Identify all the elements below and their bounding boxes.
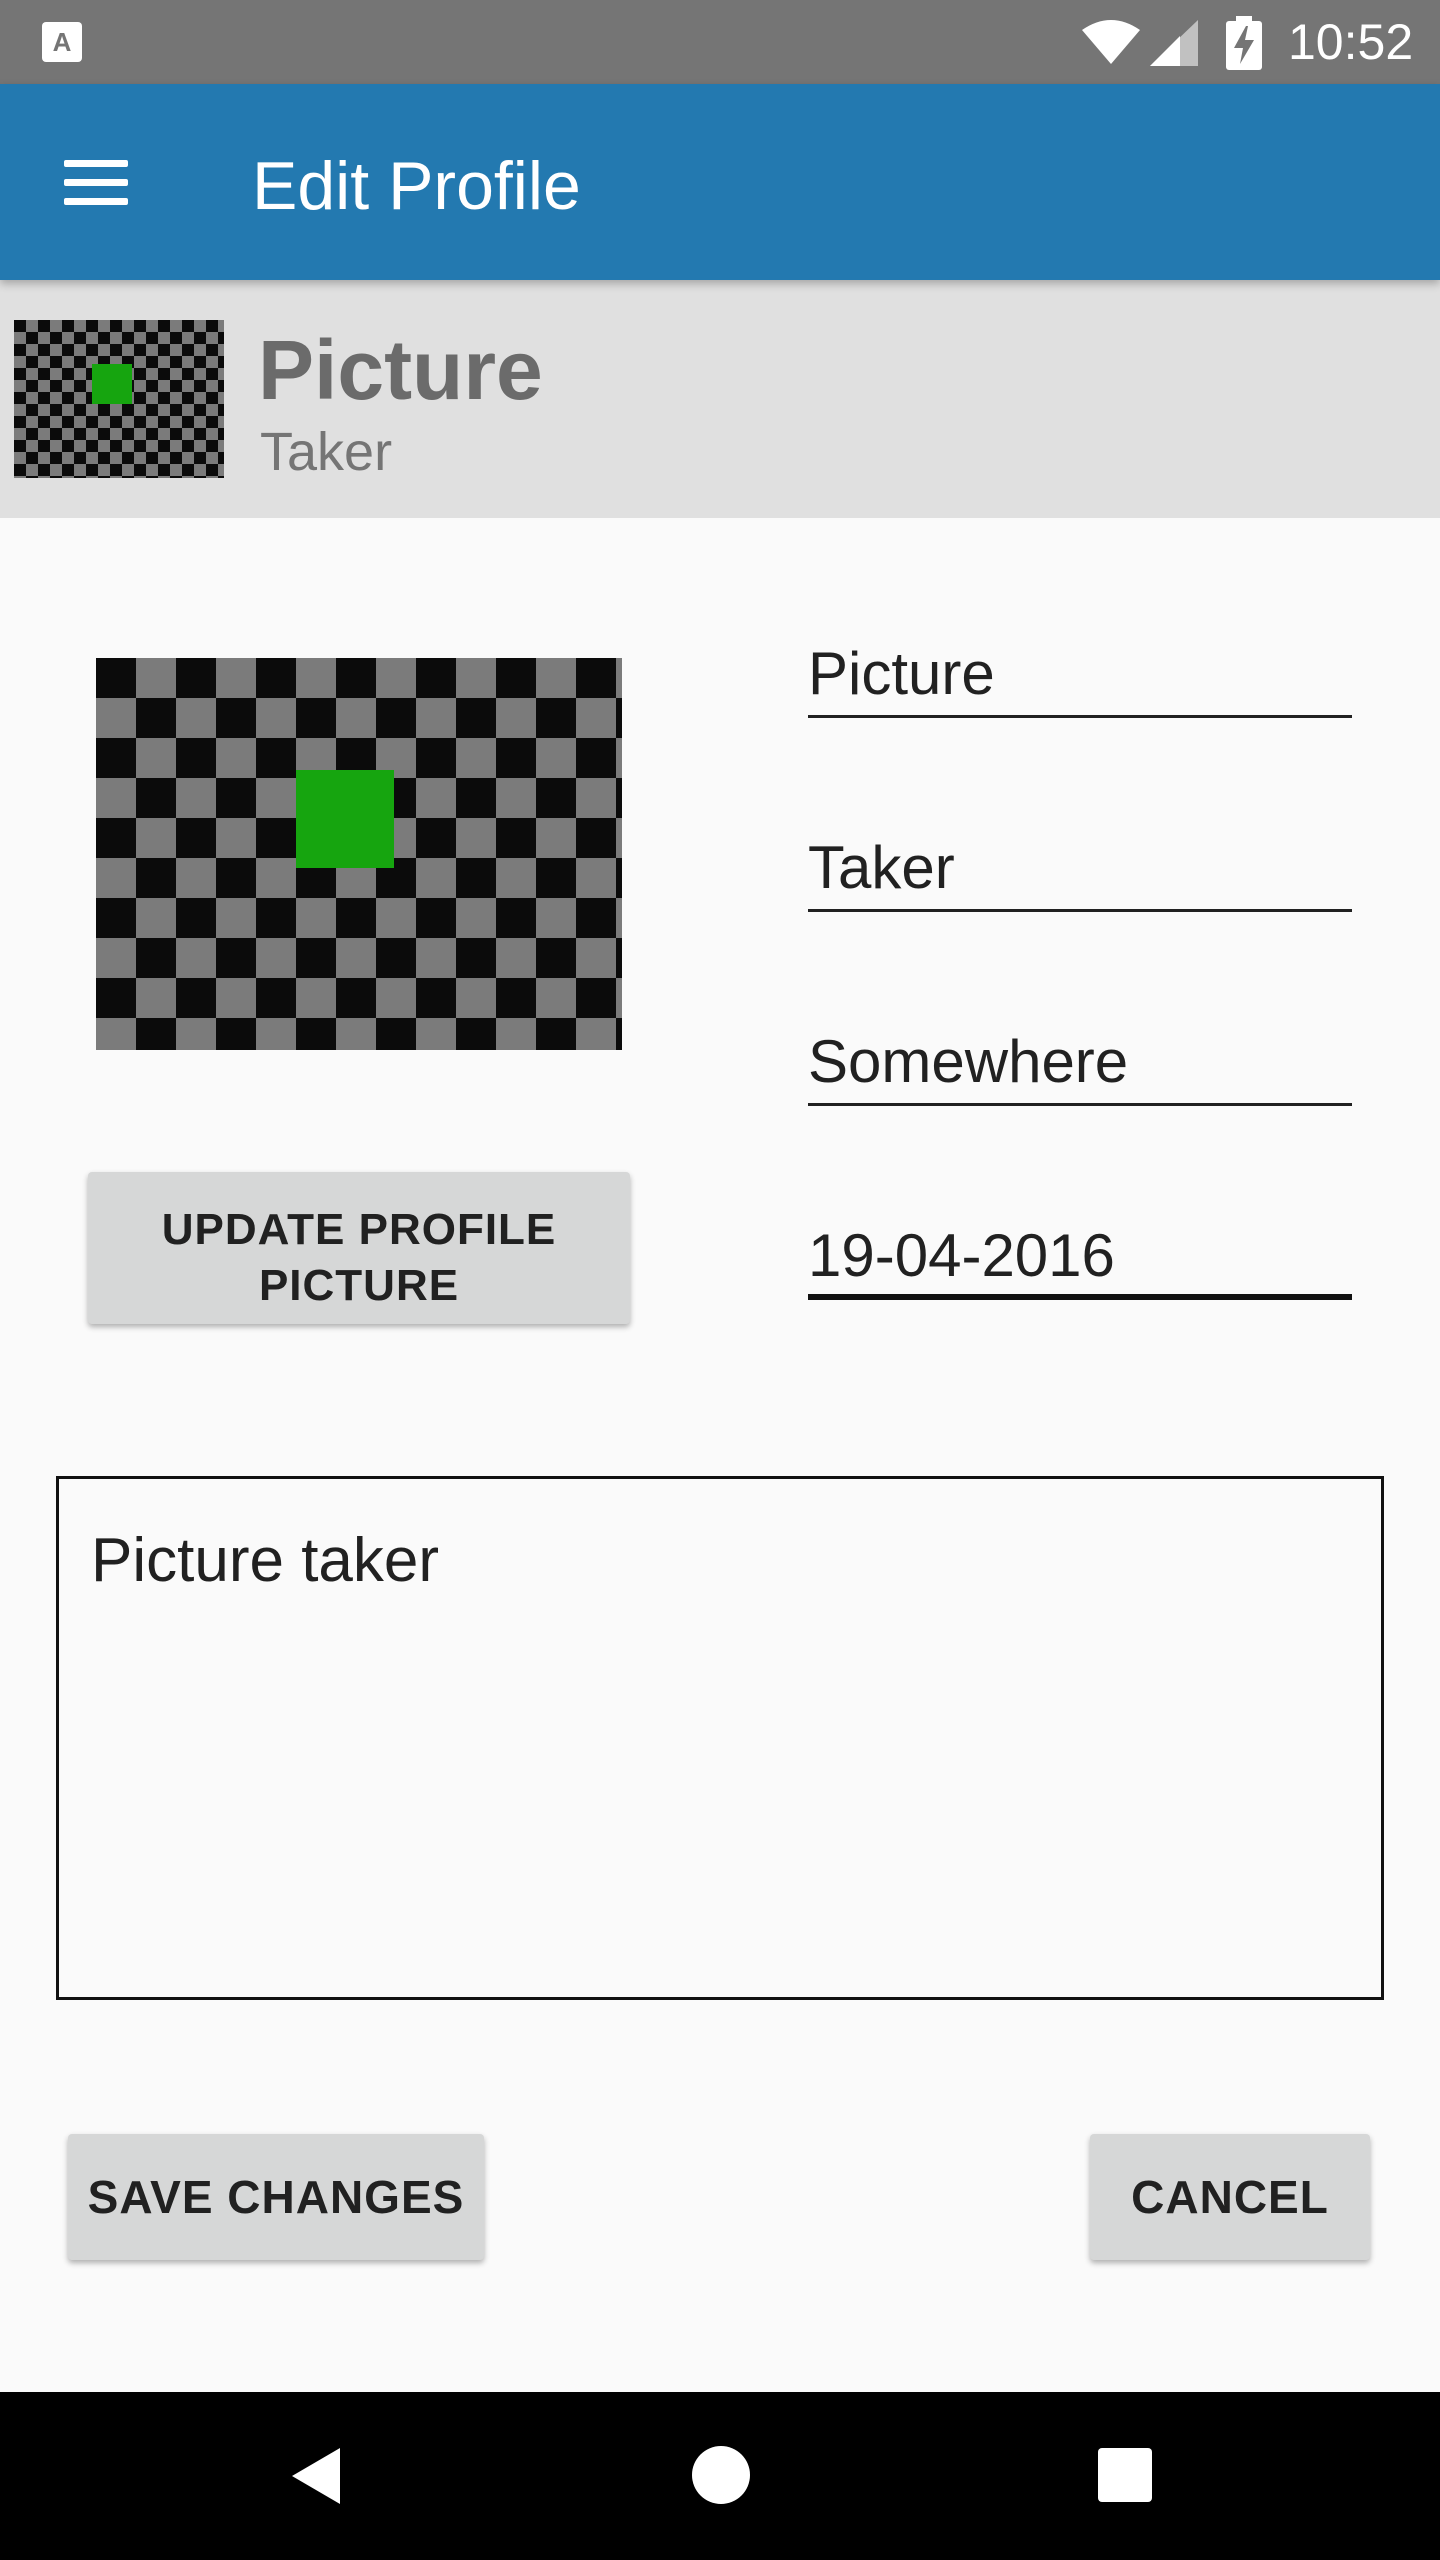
system-nav-bar	[0, 2392, 1440, 2560]
cell-signal-icon	[1150, 20, 1198, 66]
status-bar: A 10:52	[0, 0, 1440, 84]
profile-thumbnail	[14, 320, 224, 478]
app-notification-icon: A	[42, 22, 82, 62]
save-changes-button[interactable]: SAVE CHANGES	[68, 2134, 484, 2260]
last-name-field[interactable]: Taker	[808, 832, 1352, 912]
wifi-icon	[1082, 20, 1140, 64]
app-bar: Edit Profile	[0, 84, 1440, 280]
location-field[interactable]: Somewhere	[808, 1026, 1352, 1106]
profile-header: Picture Taker	[0, 280, 1440, 518]
bio-textarea[interactable]: Picture taker	[56, 1476, 1384, 2000]
date-field[interactable]: 19-04-2016	[808, 1220, 1352, 1300]
cancel-button[interactable]: CANCEL	[1090, 2134, 1370, 2260]
page-title: Edit Profile	[252, 148, 581, 224]
profile-name: Picture	[258, 323, 543, 417]
recents-icon[interactable]	[1098, 2448, 1152, 2502]
battery-charging-icon	[1226, 16, 1262, 70]
profile-picture	[96, 658, 622, 1050]
profile-subtitle: Taker	[260, 422, 393, 482]
clock: 10:52	[1288, 14, 1414, 70]
update-profile-picture-button[interactable]: UPDATE PROFILE PICTURE	[88, 1172, 630, 1324]
first-name-field[interactable]: Picture	[808, 638, 1352, 718]
home-icon[interactable]	[692, 2446, 750, 2504]
hamburger-menu-icon[interactable]	[40, 134, 136, 230]
back-icon[interactable]	[288, 2446, 344, 2506]
